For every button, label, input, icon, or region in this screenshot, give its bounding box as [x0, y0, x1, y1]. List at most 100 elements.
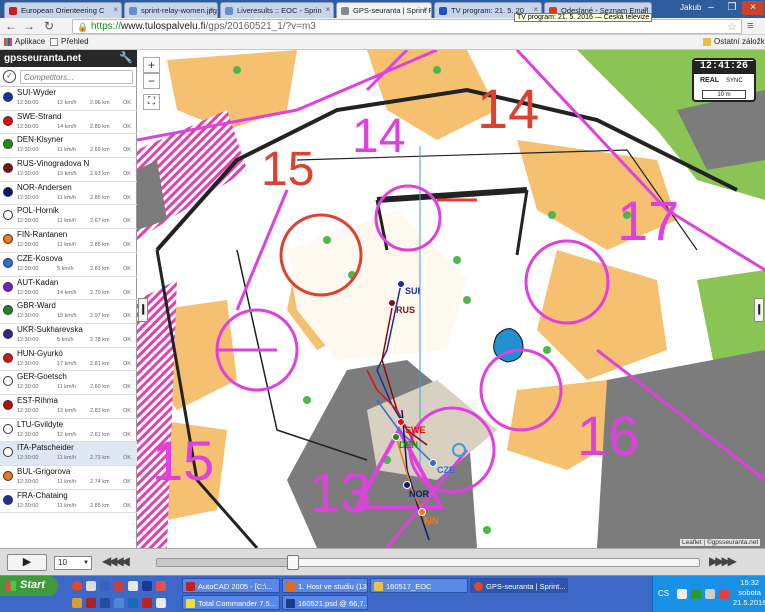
sync-toggle[interactable]: SYNC	[726, 78, 743, 84]
time-slider-handle[interactable]	[286, 555, 299, 570]
competitor-row[interactable]: FIN-Rantanen 12:30:00 11 km/h 2.85 km OK	[0, 229, 137, 253]
quicklaunch-app-icon[interactable]	[114, 598, 124, 608]
competitor-row[interactable]: DEN-Klsyner 12:30:00 11 km/h 2.69 km OK	[0, 134, 137, 159]
competitor-row[interactable]: GER-Goetsch 12:30:00 11 km/h 2.60 km OK	[0, 371, 137, 395]
quicklaunch-app-icon[interactable]	[86, 598, 96, 608]
competitor-search-input[interactable]	[20, 70, 133, 84]
competitor-row[interactable]: CZE-Kosova 12:30:00 5 km/h 2.83 km OK	[0, 253, 137, 277]
forward-arrow-icon[interactable]: →	[22, 20, 36, 34]
quicklaunch-app-icon[interactable]	[86, 581, 96, 591]
fullscreen-icon[interactable]: ⛶	[143, 94, 160, 110]
competitor-color-toggle[interactable]	[3, 139, 13, 150]
competitor-row[interactable]: ITA-Patscheider 12:30:00 11 km/h 2.73 km OK	[0, 442, 137, 466]
back-arrow-icon[interactable]: ←	[4, 20, 18, 34]
competitor-color-toggle[interactable]	[3, 163, 13, 174]
runner-marker[interactable]	[397, 280, 405, 288]
bookmark-other-folder[interactable]: Ostatní záložky	[703, 37, 765, 46]
close-icon[interactable]: ×	[113, 5, 118, 14]
system-clock[interactable]: 15:32 sobota 21.5.2016	[733, 578, 765, 608]
right-panel-toggle-icon[interactable]: ❙	[754, 298, 764, 322]
competitor-row[interactable]: FRA-Chataing 12:30:00 11 km/h 2.85 km OK	[0, 490, 137, 514]
competitor-row[interactable]: LTU-Gvildyte 12:30:00 12 km/h 2.61 km OK	[0, 419, 137, 443]
settings-wrench-icon[interactable]: 🔧	[119, 51, 133, 64]
competitor-color-toggle[interactable]	[3, 92, 13, 102]
taskbar-window-folder[interactable]: 160517_EOC	[370, 578, 468, 593]
quicklaunch-app-icon[interactable]	[128, 598, 138, 608]
competitor-row[interactable]: UKR-Sukharevska 12:30:00 5 km/h 2.78 km OK	[0, 324, 137, 348]
start-button[interactable]: Start	[0, 576, 58, 596]
taskbar-window-gps-seuranta[interactable]: GPS-seuranta | Sprint...	[470, 578, 568, 593]
minimize-icon[interactable]: –	[700, 1, 722, 15]
competitor-color-toggle[interactable]	[3, 447, 13, 458]
language-indicator[interactable]: CS	[658, 589, 669, 598]
time-slider[interactable]	[156, 555, 700, 570]
browser-tab-liveresults[interactable]: Liveresults :: EOC - Sprin ×	[220, 2, 334, 18]
competitor-color-toggle[interactable]	[3, 186, 13, 197]
speed-select[interactable]: 10 ▼	[54, 556, 92, 570]
competitor-color-toggle[interactable]	[3, 328, 13, 339]
competitor-row[interactable]: SWE-Strand 12:30:00 14 km/h 2.89 km OK	[0, 111, 137, 135]
browser-tab-gps-seuranta[interactable]: GPS-seuranta | Sprint Re ×	[336, 2, 432, 18]
runner-marker[interactable]	[403, 481, 411, 489]
play-button[interactable]: ▶	[7, 554, 47, 571]
tray-icon[interactable]	[677, 589, 687, 599]
competitor-color-toggle[interactable]	[3, 399, 13, 410]
competitor-row[interactable]: RUS-Vinogradova N 12:30:00 13 km/h 2.93 km O…	[0, 158, 137, 182]
select-all-check-icon[interactable]: ✓	[3, 70, 16, 83]
taskbar-window-photoshop[interactable]: 160521.psd @ 66,7...	[282, 595, 368, 610]
tray-icon[interactable]	[719, 589, 729, 599]
competitor-row[interactable]: GBR-Ward 12:30:00 15 km/h 2.97 km OK	[0, 300, 137, 324]
url-text[interactable]: https://www.tulospalvelu.fi/gps/20160521…	[91, 21, 316, 32]
maximize-icon[interactable]: ❐	[721, 1, 743, 15]
competitor-color-toggle[interactable]	[3, 115, 13, 126]
competitor-color-toggle[interactable]	[3, 234, 13, 245]
browser-tab-eoc[interactable]: European Orienteering C ×	[4, 2, 122, 18]
fast-forward-icon[interactable]: ▶▶▶▶	[709, 554, 737, 568]
runner-marker[interactable]	[397, 418, 405, 426]
quicklaunch-app-icon[interactable]	[142, 598, 152, 608]
close-icon[interactable]: ×	[209, 5, 214, 14]
quicklaunch-app-icon[interactable]	[156, 581, 166, 591]
competitor-color-toggle[interactable]	[3, 494, 13, 505]
competitor-row[interactable]: AUT-Kadan 12:30:00 14 km/h 2.70 km OK	[0, 277, 137, 301]
rewind-icon[interactable]: ◀◀◀◀	[102, 554, 130, 568]
runner-marker[interactable]	[429, 459, 437, 467]
tray-icon[interactable]	[691, 589, 701, 599]
competitor-color-toggle[interactable]	[3, 423, 13, 434]
competitor-color-toggle[interactable]	[3, 257, 13, 268]
taskbar-window-host[interactable]: 1. Host ve studiu (13...	[282, 578, 368, 593]
browser-user-name[interactable]: Jakub	[680, 3, 701, 12]
runner-marker[interactable]	[418, 508, 426, 516]
close-window-icon[interactable]: ×	[742, 1, 764, 15]
sidebar-collapse-icon[interactable]: ❙	[138, 298, 148, 322]
quicklaunch-app-icon[interactable]	[100, 581, 110, 591]
quicklaunch-app-icon[interactable]	[142, 581, 152, 591]
competitor-row[interactable]: POL-Hornik 12:30:00 11 km/h 2.67 km OK	[0, 205, 137, 230]
competitor-color-toggle[interactable]	[3, 376, 13, 387]
competitor-row[interactable]: SUI-Wyder 12:30:00 12 km/h 2.96 km OK	[0, 87, 137, 111]
map-attribution[interactable]: Leaflet | ©gpsseuranta.net	[680, 539, 761, 546]
competitor-row[interactable]: HUN-Gyurkó 12:30:00 17 km/h 2.81 km OK	[0, 348, 137, 372]
close-icon[interactable]: ×	[423, 5, 428, 14]
real-mode-toggle[interactable]: REAL	[700, 77, 719, 84]
competitor-color-toggle[interactable]	[3, 471, 13, 481]
quicklaunch-app-icon[interactable]	[156, 598, 166, 608]
reload-icon[interactable]: ↻	[42, 20, 56, 34]
bookmark-star-icon[interactable]: ☆	[727, 20, 737, 33]
competitor-row[interactable]: NOR-Andersen 12:30:00 11 km/h 2.85 km OK	[0, 182, 137, 206]
quicklaunch-app-icon[interactable]	[128, 581, 138, 591]
quicklaunch-app-icon[interactable]	[72, 598, 82, 608]
orienteering-map[interactable]: 14 14 15 15 13 16 17 SUI RUS SWE DEN CZE	[137, 50, 765, 548]
competitor-row[interactable]: EST-Rihma 12:30:00 13 km/h 2.83 km OK	[0, 395, 137, 419]
speaker-icon[interactable]	[705, 589, 715, 599]
bookmark-apps[interactable]: Aplikace	[4, 37, 45, 46]
bookmark-overview[interactable]: Přehled	[50, 37, 89, 46]
browser-tab-sprint-relay-image[interactable]: sprint-relay-women.jpg (×	[124, 2, 218, 18]
competitor-row[interactable]: BUL-Grigorova 12:30:00 11 km/h 2.74 km OK	[0, 466, 137, 490]
competitor-color-toggle[interactable]	[3, 305, 13, 316]
zoom-in-button[interactable]: +	[143, 57, 160, 73]
competitor-color-toggle[interactable]	[3, 352, 13, 363]
taskbar-window-total-commander[interactable]: Total Commander 7.5...	[182, 595, 280, 610]
quicklaunch-app-icon[interactable]	[100, 598, 110, 608]
quicklaunch-browser-icon[interactable]	[72, 581, 82, 591]
